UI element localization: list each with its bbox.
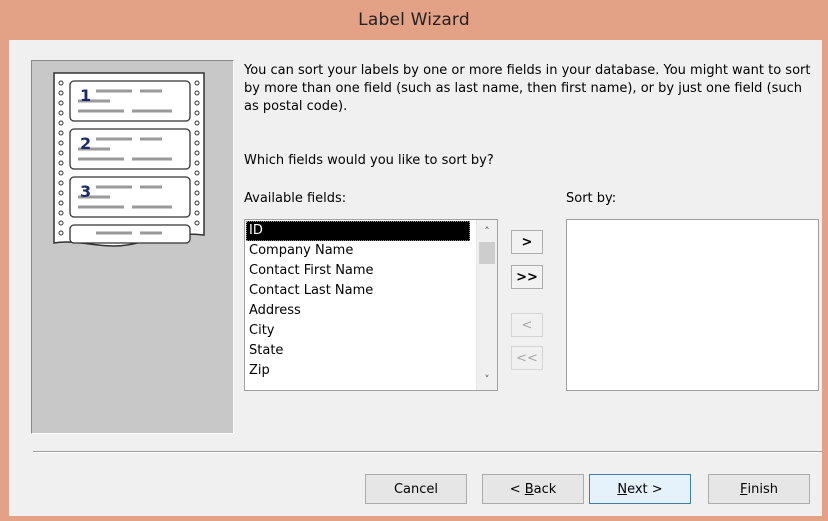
available-fields-label: Available fields:: [244, 191, 347, 206]
available-fields-items: ID Company Name Contact First Name Conta…: [246, 221, 470, 381]
dialog-body: 1 2 3 You can sort your labels by one or…: [9, 40, 822, 516]
list-item[interactable]: ID: [246, 221, 470, 241]
sort-by-label: Sort by:: [566, 191, 617, 206]
list-item[interactable]: Address: [246, 301, 470, 321]
label-number-2: 2: [80, 134, 91, 153]
list-item[interactable]: City: [246, 321, 470, 341]
list-item[interactable]: State: [246, 341, 470, 361]
next-label-rest: ext >: [627, 481, 663, 497]
scroll-thumb[interactable]: [479, 242, 495, 264]
list-item[interactable]: Contact First Name: [246, 261, 470, 281]
sort-question: Which fields would you like to sort by?: [244, 153, 494, 168]
cancel-button[interactable]: Cancel: [365, 474, 467, 504]
scroll-up-icon[interactable]: ˄: [477, 222, 497, 240]
label-wizard-window: Label Wizard 1 2 3 You can sort your lab…: [0, 0, 828, 521]
scroll-down-icon[interactable]: ˅: [477, 370, 497, 388]
back-button[interactable]: < Back: [482, 474, 584, 504]
window-title: Label Wizard: [358, 10, 470, 30]
finish-accelerator: F: [740, 481, 748, 497]
divider: [33, 451, 822, 453]
list-item[interactable]: Zip: [246, 361, 470, 381]
remove-field-button[interactable]: <: [511, 313, 543, 337]
add-all-fields-button[interactable]: >>: [511, 265, 543, 289]
next-button[interactable]: Next >: [589, 474, 691, 504]
remove-all-fields-button[interactable]: <<: [511, 346, 543, 370]
label-illustration-panel: 1 2 3: [31, 60, 234, 434]
sort-by-listbox[interactable]: [566, 219, 819, 391]
finish-label-rest: inish: [747, 481, 778, 497]
label-number-1: 1: [80, 86, 91, 105]
list-item[interactable]: Contact Last Name: [246, 281, 470, 301]
label-number-3: 3: [80, 182, 91, 201]
vertical-scrollbar[interactable]: ˄ ˅: [476, 220, 497, 390]
title-bar: Label Wizard: [0, 0, 828, 40]
add-field-button[interactable]: >: [511, 230, 543, 254]
available-fields-listbox[interactable]: ID Company Name Contact First Name Conta…: [244, 219, 498, 391]
next-accelerator: N: [617, 481, 628, 497]
back-prefix: <: [509, 481, 525, 497]
label-sheet-illustration: 1 2 3: [53, 72, 205, 247]
list-item[interactable]: Company Name: [246, 241, 470, 261]
back-accelerator: B: [524, 481, 534, 497]
finish-button[interactable]: Finish: [708, 474, 810, 504]
back-label-rest: ack: [533, 481, 557, 497]
instructions-text: You can sort your labels by one or more …: [244, 63, 811, 114]
